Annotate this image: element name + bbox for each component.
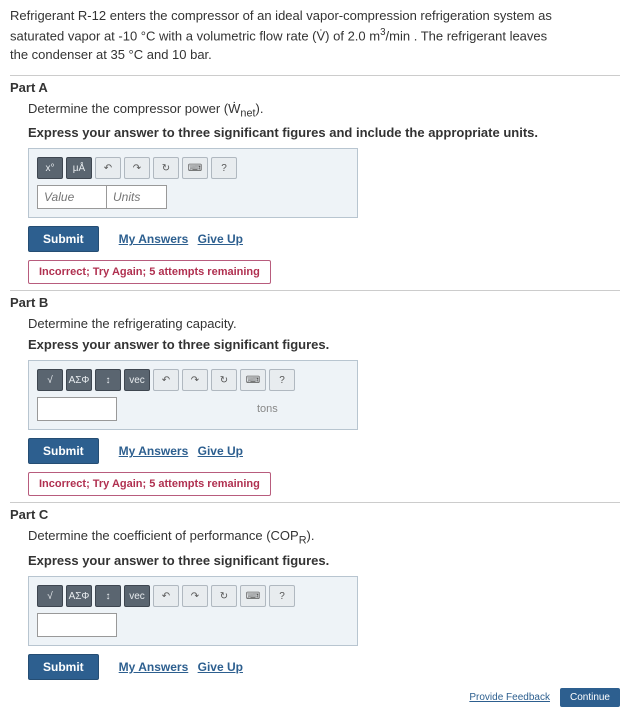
- symbols-icon[interactable]: μÅ: [66, 157, 92, 179]
- divider: [10, 502, 620, 503]
- my-answers-link[interactable]: My Answers: [119, 660, 189, 674]
- undo-icon[interactable]: ↶: [153, 369, 179, 391]
- redo-icon[interactable]: ↷: [182, 585, 208, 607]
- part-b-prompt: Determine the refrigerating capacity.: [28, 316, 620, 331]
- help-icon[interactable]: ?: [269, 369, 295, 391]
- greek-icon[interactable]: ΑΣΦ: [66, 585, 92, 607]
- units-format-icon[interactable]: x°: [37, 157, 63, 179]
- provide-feedback-link[interactable]: Provide Feedback: [469, 692, 550, 703]
- part-a-prompt: Determine the compressor power (Ẇnet).: [28, 101, 620, 120]
- undo-icon[interactable]: ↶: [95, 157, 121, 179]
- help-icon[interactable]: ?: [269, 585, 295, 607]
- vec-icon[interactable]: vec: [124, 369, 150, 391]
- answer-input[interactable]: [37, 613, 117, 637]
- part-a-toolbar: x° μÅ ↶ ↷ ↻ ⌨ ?: [37, 157, 349, 179]
- help-icon[interactable]: ?: [211, 157, 237, 179]
- part-b-instructions: Express your answer to three significant…: [28, 337, 620, 352]
- greek-icon[interactable]: ΑΣΦ: [66, 369, 92, 391]
- problem-statement: Refrigerant R-12 enters the compressor o…: [10, 6, 620, 65]
- continue-button[interactable]: Continue: [560, 688, 620, 707]
- redo-icon[interactable]: ↷: [124, 157, 150, 179]
- keyboard-icon[interactable]: ⌨: [240, 585, 266, 607]
- submit-button[interactable]: Submit: [28, 438, 99, 464]
- part-b-title: Part B: [10, 295, 620, 310]
- reset-icon[interactable]: ↻: [211, 585, 237, 607]
- part-c-prompt: Determine the coefficient of performance…: [28, 528, 620, 547]
- part-a-instructions: Express your answer to three significant…: [28, 125, 620, 140]
- submit-button[interactable]: Submit: [28, 654, 99, 680]
- divider: [10, 290, 620, 291]
- feedback-message: Incorrect; Try Again; 5 attempts remaini…: [28, 260, 271, 284]
- part-b-toolbar: √ ΑΣΦ ↕ vec ↶ ↷ ↻ ⌨ ?: [37, 369, 349, 391]
- units-input[interactable]: [107, 185, 167, 209]
- templates-icon[interactable]: √: [37, 585, 63, 607]
- answer-input[interactable]: [37, 397, 117, 421]
- part-c-toolbar: √ ΑΣΦ ↕ vec ↶ ↷ ↻ ⌨ ?: [37, 585, 349, 607]
- part-a-answer-box: x° μÅ ↶ ↷ ↻ ⌨ ?: [28, 148, 358, 218]
- part-b-answer-box: √ ΑΣΦ ↕ vec ↶ ↷ ↻ ⌨ ? tons: [28, 360, 358, 430]
- my-answers-link[interactable]: My Answers: [119, 444, 189, 458]
- my-answers-link[interactable]: My Answers: [119, 232, 189, 246]
- undo-icon[interactable]: ↶: [153, 585, 179, 607]
- feedback-message: Incorrect; Try Again; 5 attempts remaini…: [28, 472, 271, 496]
- keyboard-icon[interactable]: ⌨: [182, 157, 208, 179]
- part-c-answer-box: √ ΑΣΦ ↕ vec ↶ ↷ ↻ ⌨ ?: [28, 576, 358, 646]
- part-c-instructions: Express your answer to three significant…: [28, 553, 620, 568]
- vec-icon[interactable]: vec: [124, 585, 150, 607]
- value-input[interactable]: [37, 185, 107, 209]
- give-up-link[interactable]: Give Up: [198, 232, 243, 246]
- give-up-link[interactable]: Give Up: [198, 660, 243, 674]
- give-up-link[interactable]: Give Up: [198, 444, 243, 458]
- unit-label: tons: [257, 403, 278, 415]
- redo-icon[interactable]: ↷: [182, 369, 208, 391]
- reset-icon[interactable]: ↻: [153, 157, 179, 179]
- frac-icon[interactable]: ↕: [95, 585, 121, 607]
- frac-icon[interactable]: ↕: [95, 369, 121, 391]
- keyboard-icon[interactable]: ⌨: [240, 369, 266, 391]
- part-c-title: Part C: [10, 507, 620, 522]
- templates-icon[interactable]: √: [37, 369, 63, 391]
- reset-icon[interactable]: ↻: [211, 369, 237, 391]
- divider: [10, 75, 620, 76]
- part-a-title: Part A: [10, 80, 620, 95]
- submit-button[interactable]: Submit: [28, 226, 99, 252]
